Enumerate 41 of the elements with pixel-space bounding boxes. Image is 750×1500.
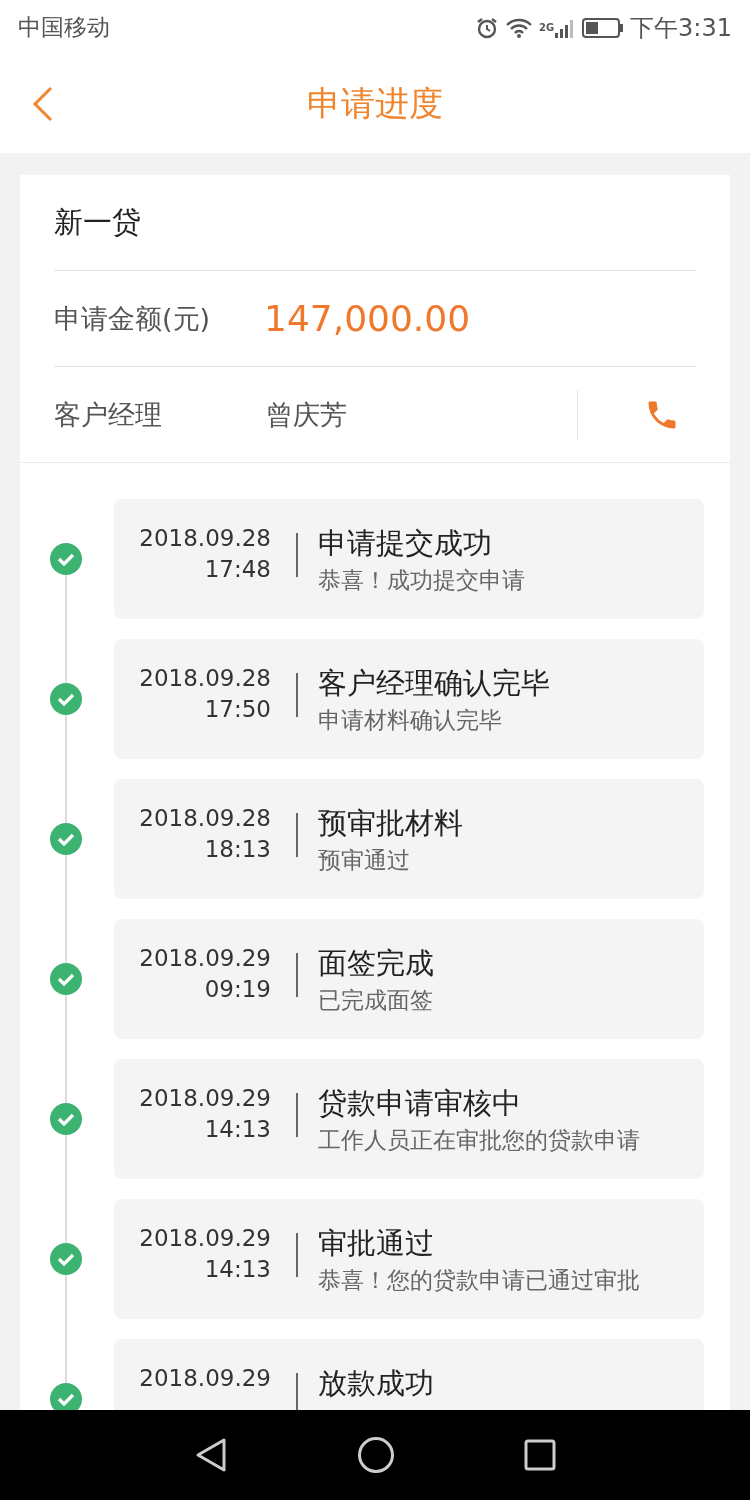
amount-value: 147,000.00 [264, 298, 471, 339]
step-title: 申请提交成功 [318, 525, 493, 562]
carrier-name: 中国移动 [18, 13, 110, 42]
step-time: 09:19 [204, 975, 271, 1004]
network-label: 2G [538, 21, 555, 33]
step-date: 2018.09.28 [139, 524, 271, 553]
step-time: 14:13 [204, 1115, 271, 1144]
manager-label: 客户经理 [54, 397, 163, 432]
step-detail: 恭喜！您的贷款申请已通过审批 [318, 1266, 640, 1295]
home-nav-icon[interactable] [357, 1436, 395, 1474]
battery-icon [582, 16, 625, 39]
product-name: 新一贷 [54, 203, 141, 241]
step-title: 客户经理确认完毕 [318, 665, 550, 702]
step-title: 面签完成 [318, 945, 434, 982]
step-title: 放款成功 [318, 1365, 434, 1402]
step-title: 贷款申请审核中 [318, 1085, 522, 1122]
step-detail: 申请材料确认完毕 [318, 706, 503, 735]
step-detail: 预审通过 [318, 846, 411, 875]
step-date: 2018.09.29 [139, 1084, 271, 1113]
step-detail: 已完成面签 [318, 986, 434, 1015]
step-date: 2018.09.28 [139, 664, 271, 693]
step-time: 17:48 [204, 555, 271, 584]
back-nav-icon[interactable] [194, 1437, 229, 1473]
page-title: 申请进度 [307, 82, 443, 125]
wifi-icon [504, 16, 533, 39]
manager-name: 曾庆芳 [266, 397, 348, 432]
step-title: 预审批材料 [318, 805, 463, 842]
step-date: 2018.09.29 [139, 1364, 271, 1393]
clock-time: 下午3:31 [630, 12, 732, 44]
step-date: 2018.09.29 [139, 944, 271, 973]
step-date: 2018.09.28 [139, 804, 271, 833]
step-time: 17:50 [204, 695, 271, 724]
recents-nav-icon[interactable] [523, 1439, 556, 1471]
step-time: 14:13 [204, 1255, 271, 1284]
step-time: 18:13 [204, 835, 271, 864]
step-detail: 恭喜！成功提交申请 [318, 566, 525, 595]
step-title: 审批通过 [318, 1225, 435, 1262]
back-icon[interactable] [32, 86, 54, 122]
step-date: 2018.09.29 [139, 1224, 271, 1253]
step-detail: 工作人员正在审批您的贷款申请 [318, 1126, 640, 1155]
amount-label: 申请金额(元) [54, 301, 212, 336]
